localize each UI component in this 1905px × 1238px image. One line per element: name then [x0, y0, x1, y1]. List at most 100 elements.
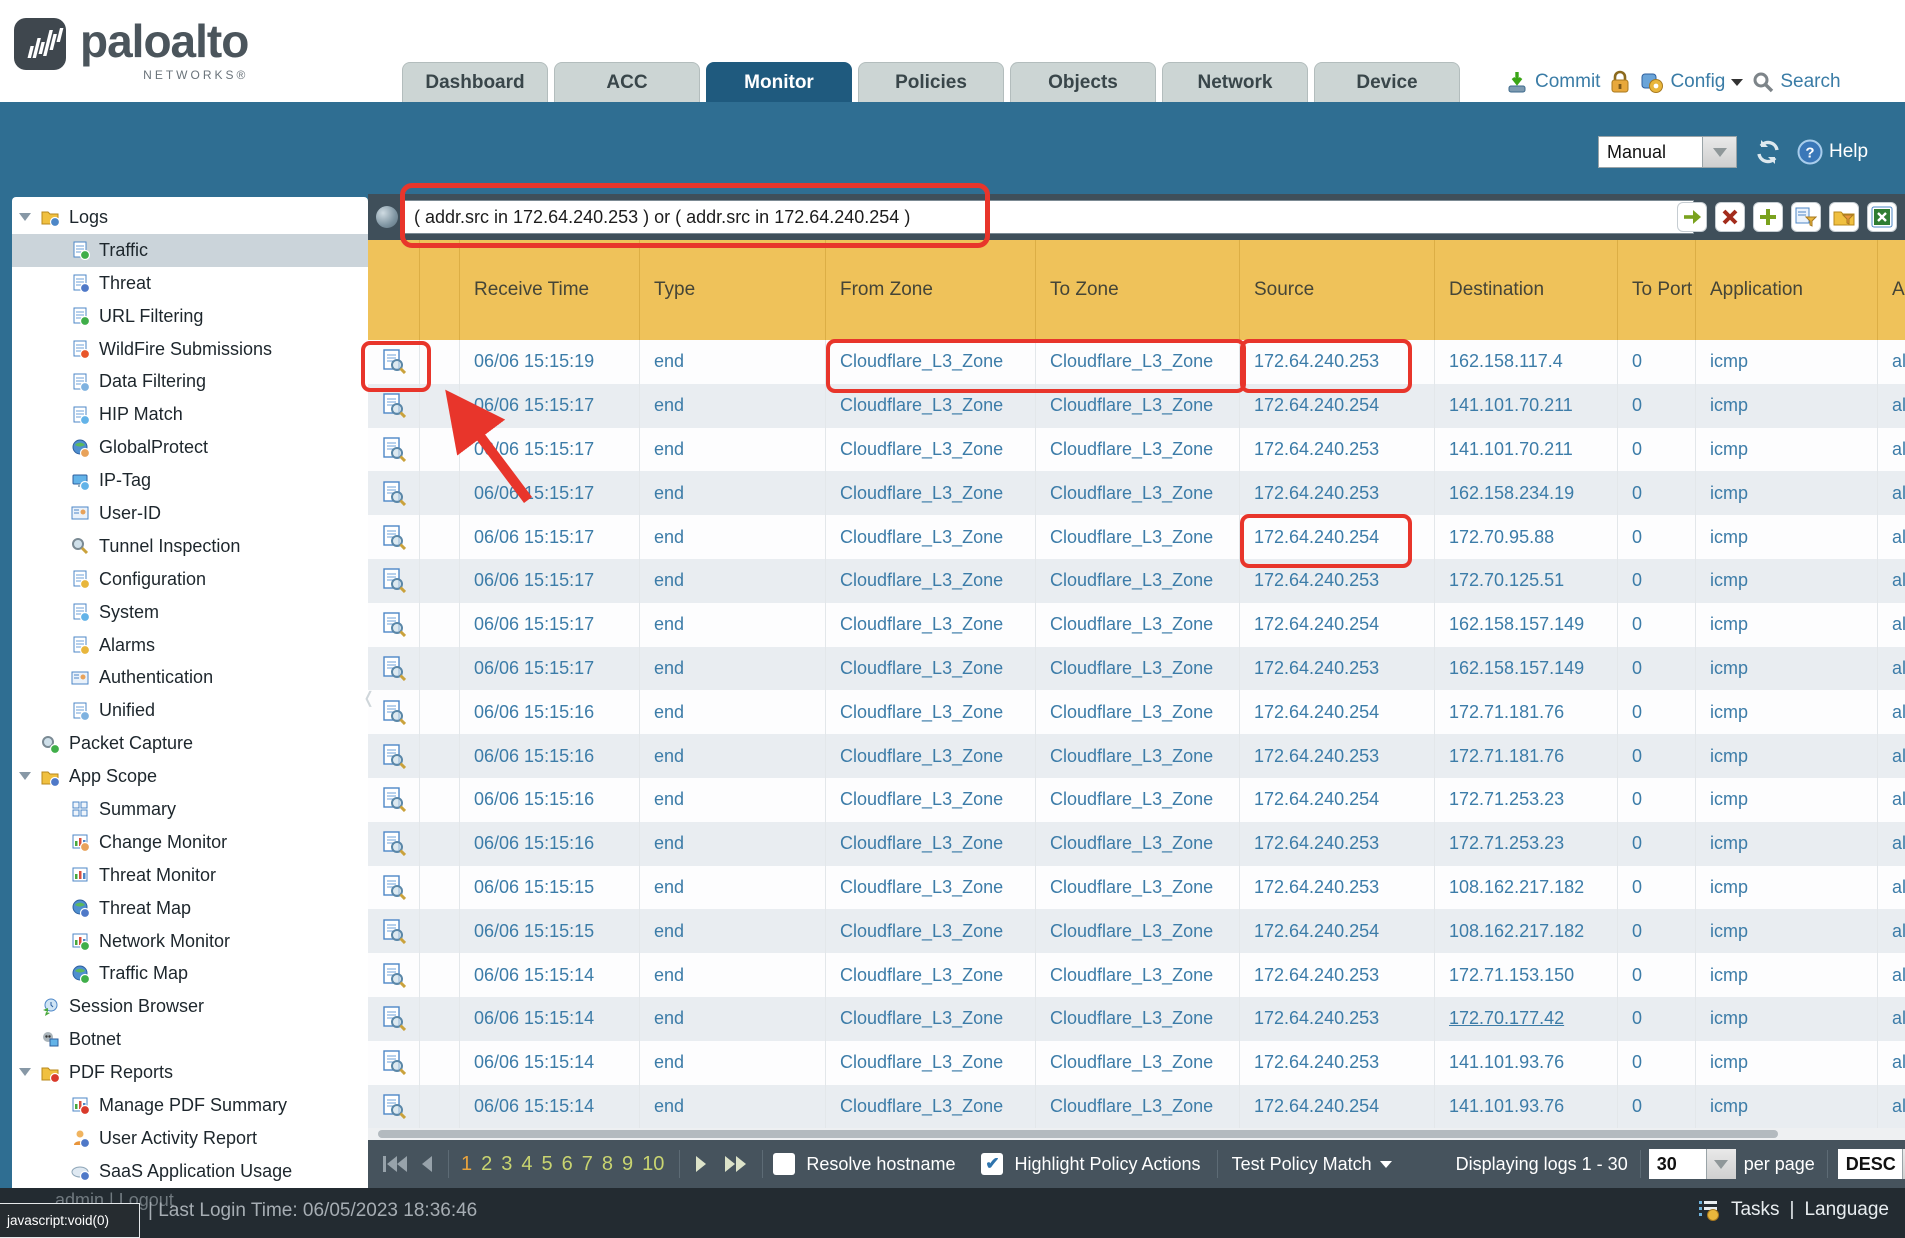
- table-row[interactable]: 06/06 15:15:14endCloudflare_L3_ZoneCloud…: [368, 953, 1905, 997]
- cell-destination[interactable]: 141.101.93.76: [1435, 1041, 1618, 1085]
- page-number-2[interactable]: 2: [481, 1153, 492, 1176]
- sidebar-item-user-id[interactable]: User-ID: [12, 497, 368, 530]
- sidebar-item-system[interactable]: System: [12, 596, 368, 629]
- prev-page-button[interactable]: [420, 1155, 434, 1173]
- cell-destination[interactable]: 172.70.177.42: [1435, 997, 1618, 1041]
- tasks-button[interactable]: Tasks: [1731, 1199, 1780, 1221]
- sidebar-item-packet-capture[interactable]: Packet Capture: [12, 727, 368, 760]
- column-header-action[interactable]: Action: [1878, 240, 1905, 340]
- per-page-dropdown-button[interactable]: [1706, 1149, 1736, 1179]
- test-policy-match-button[interactable]: Test Policy Match: [1232, 1154, 1392, 1175]
- page-number-9[interactable]: 9: [622, 1153, 633, 1176]
- cell-destination[interactable]: 162.158.157.149: [1435, 603, 1618, 647]
- sidebar-item-app-scope[interactable]: App Scope: [12, 760, 368, 793]
- cell-destination[interactable]: 172.71.153.150: [1435, 953, 1618, 997]
- first-page-button[interactable]: [382, 1155, 408, 1173]
- column-header-type[interactable]: Type: [640, 240, 826, 340]
- sidebar-item-ip-tag[interactable]: IP-Tag: [12, 464, 368, 497]
- last-page-button[interactable]: [724, 1155, 748, 1173]
- sidebar-item-saas-application-usage[interactable]: SaaS Application Usage: [12, 1155, 368, 1188]
- tab-objects[interactable]: Objects: [1010, 62, 1156, 102]
- sidebar-item-manage-pdf-summary[interactable]: Manage PDF Summary: [12, 1089, 368, 1122]
- table-row[interactable]: 06/06 15:15:19endCloudflare_L3_ZoneCloud…: [368, 340, 1905, 384]
- sidebar-item-traffic-map[interactable]: Traffic Map: [12, 957, 368, 990]
- log-detail-icon[interactable]: [368, 734, 420, 778]
- column-header-to-zone[interactable]: To Zone: [1036, 240, 1240, 340]
- page-number-5[interactable]: 5: [542, 1153, 553, 1176]
- commit-button[interactable]: Commit: [1505, 70, 1600, 94]
- table-row[interactable]: 06/06 15:15:17endCloudflare_L3_ZoneCloud…: [368, 647, 1905, 691]
- column-header-from-zone[interactable]: From Zone: [826, 240, 1036, 340]
- table-row[interactable]: 06/06 15:15:14endCloudflare_L3_ZoneCloud…: [368, 1041, 1905, 1085]
- table-row[interactable]: 06/06 15:15:14endCloudflare_L3_ZoneCloud…: [368, 1085, 1905, 1128]
- sidebar-item-threat-monitor[interactable]: Threat Monitor: [12, 859, 368, 892]
- table-row[interactable]: 06/06 15:15:17endCloudflare_L3_ZoneCloud…: [368, 428, 1905, 472]
- log-detail-icon[interactable]: [368, 690, 420, 734]
- search-button[interactable]: Search: [1752, 71, 1840, 93]
- sidebar-item-threat[interactable]: Threat: [12, 267, 368, 300]
- column-header-icons[interactable]: [420, 240, 460, 340]
- log-detail-icon[interactable]: [368, 909, 420, 953]
- table-row[interactable]: 06/06 15:15:15endCloudflare_L3_ZoneCloud…: [368, 866, 1905, 910]
- expander-icon[interactable]: [19, 772, 31, 780]
- column-header-application[interactable]: Application: [1696, 240, 1878, 340]
- sidebar-item-alarms[interactable]: Alarms: [12, 629, 368, 662]
- log-detail-icon[interactable]: [368, 603, 420, 647]
- log-detail-icon[interactable]: [368, 1085, 420, 1128]
- log-detail-icon[interactable]: [368, 340, 420, 384]
- table-row[interactable]: 06/06 15:15:17endCloudflare_L3_ZoneCloud…: [368, 559, 1905, 603]
- cell-destination[interactable]: 172.70.125.51: [1435, 559, 1618, 603]
- sidebar-item-user-activity-report[interactable]: User Activity Report: [12, 1122, 368, 1155]
- highlight-policy-actions-checkbox[interactable]: [981, 1153, 1003, 1175]
- tab-network[interactable]: Network: [1162, 62, 1308, 102]
- page-number-7[interactable]: 7: [582, 1153, 593, 1176]
- cell-destination[interactable]: 108.162.217.182: [1435, 909, 1618, 953]
- log-detail-icon[interactable]: [368, 428, 420, 472]
- horizontal-scrollbar[interactable]: [368, 1128, 1905, 1140]
- sidebar-item-botnet[interactable]: Botnet: [12, 1023, 368, 1056]
- log-detail-icon[interactable]: [368, 515, 420, 559]
- log-detail-icon[interactable]: [368, 822, 420, 866]
- cell-destination[interactable]: 172.71.253.23: [1435, 822, 1618, 866]
- log-detail-icon[interactable]: [368, 647, 420, 691]
- sidebar-item-change-monitor[interactable]: Change Monitor: [12, 826, 368, 859]
- sidebar-item-wildfire-submissions[interactable]: WildFire Submissions: [12, 333, 368, 366]
- sidebar-item-data-filtering[interactable]: Data Filtering: [12, 365, 368, 398]
- resolve-hostname-checkbox[interactable]: [773, 1153, 795, 1175]
- column-header-to-port[interactable]: To Port: [1618, 240, 1696, 340]
- refresh-icon[interactable]: [1753, 137, 1783, 167]
- table-row[interactable]: 06/06 15:15:16endCloudflare_L3_ZoneCloud…: [368, 778, 1905, 822]
- table-row[interactable]: 06/06 15:15:16endCloudflare_L3_ZoneCloud…: [368, 690, 1905, 734]
- sidebar-item-summary[interactable]: Summary: [12, 793, 368, 826]
- sidebar-item-network-monitor[interactable]: Network Monitor: [12, 925, 368, 958]
- tab-device[interactable]: Device: [1314, 62, 1460, 102]
- cell-destination[interactable]: 172.71.181.76: [1435, 690, 1618, 734]
- clear-filter-button[interactable]: [1715, 202, 1745, 232]
- lock-icon[interactable]: [1609, 70, 1631, 94]
- expander-icon[interactable]: [19, 1068, 31, 1076]
- config-menu[interactable]: Config: [1640, 70, 1743, 94]
- sidebar-item-unified[interactable]: Unified: [12, 694, 368, 727]
- table-row[interactable]: 06/06 15:15:17endCloudflare_L3_ZoneCloud…: [368, 515, 1905, 559]
- table-row[interactable]: 06/06 15:15:16endCloudflare_L3_ZoneCloud…: [368, 822, 1905, 866]
- cell-destination[interactable]: 141.101.70.211: [1435, 428, 1618, 472]
- column-header-source[interactable]: Source: [1240, 240, 1435, 340]
- load-filter-button[interactable]: [1829, 202, 1859, 232]
- export-csv-button[interactable]: [1867, 202, 1897, 232]
- sidebar-item-session-browser[interactable]: Session Browser: [12, 990, 368, 1023]
- cell-destination[interactable]: 162.158.157.149: [1435, 647, 1618, 691]
- cell-destination[interactable]: 172.70.95.88: [1435, 515, 1618, 559]
- refresh-mode-select[interactable]: Manual: [1598, 136, 1703, 168]
- log-detail-icon[interactable]: [368, 471, 420, 515]
- cell-destination[interactable]: 141.101.93.76: [1435, 1085, 1618, 1128]
- tab-acc[interactable]: ACC: [554, 62, 700, 102]
- table-row[interactable]: 06/06 15:15:14endCloudflare_L3_ZoneCloud…: [368, 997, 1905, 1041]
- expander-icon[interactable]: [19, 213, 31, 221]
- log-detail-icon[interactable]: [368, 953, 420, 997]
- sidebar-item-tunnel-inspection[interactable]: Tunnel Inspection: [12, 530, 368, 563]
- page-number-3[interactable]: 3: [501, 1153, 512, 1176]
- cell-destination[interactable]: 141.101.70.211: [1435, 384, 1618, 428]
- table-row[interactable]: 06/06 15:15:17endCloudflare_L3_ZoneCloud…: [368, 471, 1905, 515]
- add-filter-button[interactable]: [1753, 202, 1783, 232]
- column-header-destination[interactable]: Destination: [1435, 240, 1618, 340]
